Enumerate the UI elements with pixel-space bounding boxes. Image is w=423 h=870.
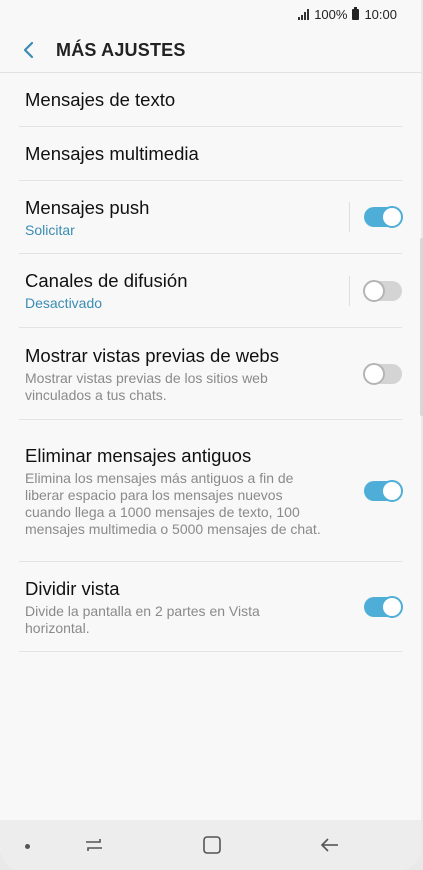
setting-text-messages[interactable]: Mensajes de texto (19, 73, 402, 127)
setting-broadcast-channels[interactable]: Canales de difusión Desactivado (19, 254, 402, 328)
clock: 10:00 (364, 6, 397, 22)
setting-label: Canales de difusión (25, 270, 188, 291)
setting-description: Mostrar vistas previas de los sitios web… (25, 369, 268, 403)
back-icon (320, 838, 338, 852)
setting-label: Mensajes push (25, 196, 150, 218)
dot-icon (25, 844, 30, 849)
navigation-bar (0, 820, 421, 870)
back-button[interactable] (0, 28, 56, 72)
push-messages-toggle[interactable] (364, 206, 403, 228)
setting-delete-old-messages[interactable]: Eliminar mensajes antiguos Elimina los m… (19, 420, 403, 562)
setting-multimedia-messages[interactable]: Mensajes multimedia (19, 127, 402, 181)
recent-apps-icon (86, 839, 102, 851)
setting-push-messages[interactable]: Mensajes push Solicitar (19, 181, 403, 254)
system-back-button[interactable] (316, 833, 344, 857)
recent-apps-button[interactable] (80, 833, 108, 857)
setting-label: Mensajes multimedia (25, 143, 199, 164)
app-header: MÁS AJUSTES (0, 28, 421, 73)
delete-old-messages-toggle[interactable] (364, 479, 403, 502)
home-icon (203, 836, 221, 854)
signal-icon (298, 8, 310, 20)
setting-description: Elimina los mensajes más antiguos a fin … (25, 469, 321, 537)
vertical-divider (349, 275, 350, 306)
setting-web-previews[interactable]: Mostrar vistas previas de webs Mostrar v… (19, 328, 402, 420)
setting-split-view[interactable]: Dividir vista Divide la pantalla en 2 pa… (19, 562, 403, 652)
page-title: MÁS AJUSTES (56, 39, 186, 60)
home-button[interactable] (198, 833, 226, 857)
broadcast-channels-toggle[interactable] (363, 279, 402, 302)
battery-icon (352, 6, 360, 20)
setting-value: Desactivado (25, 295, 103, 311)
setting-label: Eliminar mensajes antiguos (25, 444, 252, 466)
setting-description: Divide la pantalla en 2 partes en Vista … (25, 602, 260, 636)
split-view-toggle[interactable] (364, 595, 403, 618)
screen: 100% 10:00 MÁS AJUSTES Mensajes de texto… (0, 0, 421, 870)
setting-label: Dividir vista (25, 577, 120, 599)
setting-value: Solicitar (25, 221, 75, 238)
chevron-left-icon (23, 41, 34, 59)
setting-label: Mensajes de texto (25, 89, 176, 110)
battery-percent: 100% (314, 6, 348, 22)
settings-list: Mensajes de texto Mensajes multimedia Me… (19, 73, 403, 652)
vertical-divider (349, 202, 350, 232)
setting-label: Mostrar vistas previas de webs (25, 344, 279, 366)
status-bar: 100% 10:00 (0, 0, 421, 28)
web-previews-toggle[interactable] (363, 362, 402, 385)
